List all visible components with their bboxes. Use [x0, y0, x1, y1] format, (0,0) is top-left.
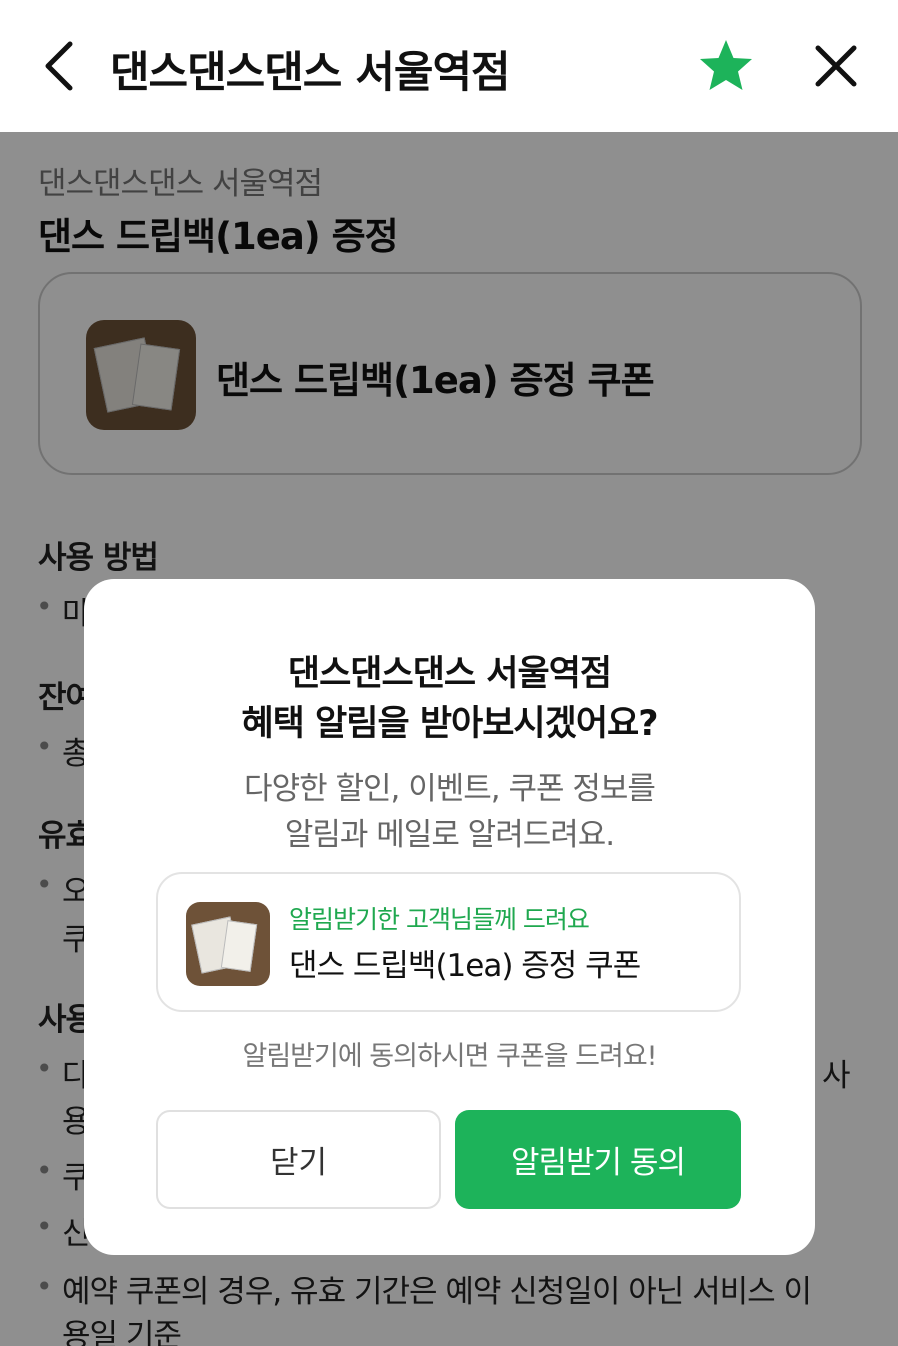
notification-consent-modal: 댄스댄스댄스 서울역점 혜택 알림을 받아보시겠어요? 다양한 할인, 이벤트,…	[84, 579, 815, 1255]
back-button[interactable]	[30, 36, 90, 96]
benefit-coupon-name: 댄스 드립백(1ea) 증정 쿠폰	[289, 948, 641, 984]
benefit-coupon-card: 알림받기한 고객님들께 드려요 댄스 드립백(1ea) 증정 쿠폰	[156, 872, 741, 1012]
modal-description: 다양한 할인, 이벤트, 쿠폰 정보를	[244, 771, 656, 807]
modal-title-question: 혜택 알림을 받아보시겠어요?	[241, 704, 658, 744]
agree-notification-button[interactable]: 알림받기 동의	[455, 1110, 741, 1209]
star-icon	[700, 40, 752, 90]
close-button[interactable]	[808, 38, 864, 94]
benefit-tagline: 알림받기한 고객님들께 드려요	[289, 905, 590, 934]
consent-note: 알림받기에 동의하시면 쿠폰을 드려요!	[242, 1041, 657, 1072]
close-icon	[815, 45, 857, 87]
page-title: 댄스댄스댄스 서울역점	[110, 48, 511, 98]
coupon-thumbnail	[186, 902, 270, 986]
modal-close-button[interactable]: 닫기	[156, 1110, 441, 1209]
modal-description-continued: 알림과 메일로 알려드려요.	[284, 817, 615, 853]
modal-title-store: 댄스댄스댄스 서울역점	[287, 654, 612, 694]
chevron-left-icon	[45, 41, 73, 91]
app-header: 댄스댄스댄스 서울역점	[0, 0, 898, 132]
favorite-button[interactable]	[696, 38, 756, 94]
